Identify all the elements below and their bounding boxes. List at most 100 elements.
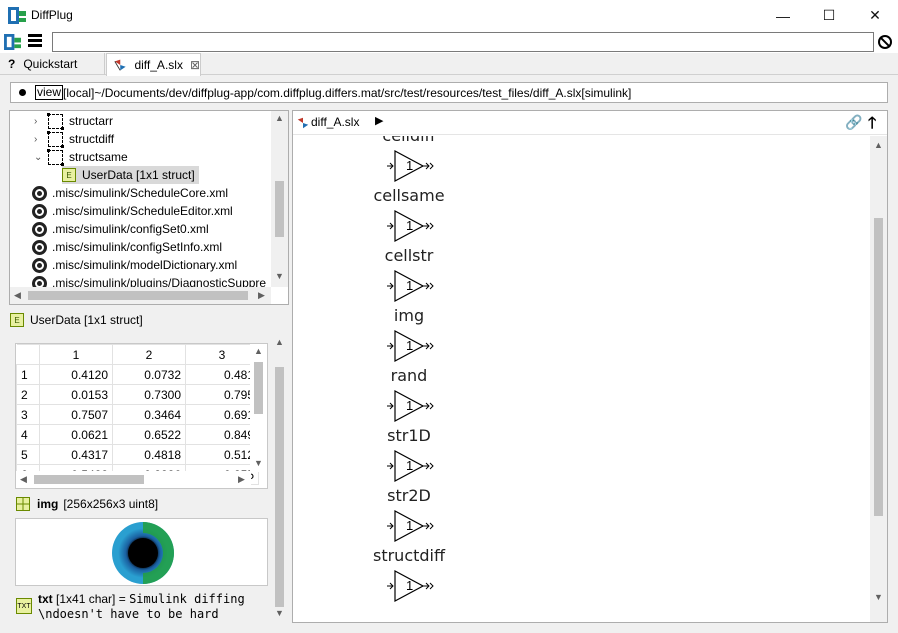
diagram-vertical-scrollbar[interactable]: ▲ ▼ [870,136,887,622]
diffplug-logo-icon[interactable] [4,34,21,50]
scroll-up-icon[interactable]: ▲ [254,346,263,356]
tree-item-scheduleeditor[interactable]: .misc/simulink/ScheduleEditor.xml [32,202,233,220]
chevron-down-icon[interactable]: ⌄ [34,152,44,163]
simulink-file-icon [297,117,309,129]
gear-icon [32,239,47,255]
table-cell[interactable]: 0.691 [185,404,259,425]
struct-field-icon: E [62,168,76,182]
maximize-button[interactable]: ☐ [806,0,852,31]
table-cell[interactable]: 0.512 [185,444,259,465]
tree-item-configsetinfo[interactable]: .misc/simulink/configSetInfo.xml [32,238,222,256]
tree-item-structdiff[interactable]: › structdiff [34,130,114,148]
table-cell[interactable]: 0.4818 [112,444,186,465]
tree-item-label: .misc/simulink/ScheduleCore.xml [52,186,229,200]
hamburger-menu-icon[interactable] [28,34,42,48]
chevron-right-icon[interactable]: › [34,134,44,145]
row-header: 1 [16,364,40,385]
tree-item-label: structarr [69,114,114,128]
left-panel-scrollbar[interactable]: ▲ ▼ [271,333,288,623]
column-header[interactable]: 2 [112,344,186,365]
scroll-up-icon[interactable]: ▲ [275,113,284,123]
tree-item-schedulecore[interactable]: .misc/simulink/ScheduleCore.xml [32,184,228,202]
table-cell[interactable]: 0.0153 [39,384,113,405]
column-header[interactable]: 1 [39,344,113,365]
img-field-name: img [37,497,59,511]
toolbar [0,31,898,53]
table-cell[interactable]: 0.6522 [112,424,186,445]
tree-item-structsame[interactable]: ⌄ structsame [34,148,128,166]
arrow-up-icon[interactable]: 🡑 [868,112,876,139]
table-cell[interactable]: 0.849 [185,424,259,445]
tree-item-label: .misc/simulink/configSetInfo.xml [52,240,223,254]
close-button[interactable]: ✕ [852,0,898,31]
tree-horizontal-scrollbar[interactable]: ◀ ▶ [10,287,271,304]
tree-item-configset0[interactable]: .misc/simulink/configSet0.xml [32,220,209,238]
gear-icon [32,203,47,219]
table-horizontal-scrollbar[interactable]: ◀ ▶ [16,471,251,488]
scroll-up-icon[interactable]: ▲ [874,140,883,150]
scroll-down-icon[interactable]: ▼ [254,458,263,468]
scroll-up-icon[interactable]: ▲ [275,337,284,347]
chevron-right-icon[interactable]: › [34,116,44,127]
table-cell[interactable]: 0.0732 [112,364,186,385]
image-grid-icon [16,497,30,511]
window-title: DiffPlug [31,8,73,22]
table-cell[interactable]: 0.3464 [112,404,186,425]
command-input[interactable] [52,32,874,52]
scroll-down-icon[interactable]: ▼ [275,608,284,618]
tree-item-label: structdiff [69,132,115,146]
userdata-heading: E UserData [1x1 struct] [10,313,143,327]
diagram-canvas: celldiff 1 cellsame 1 cellstr [293,136,870,622]
gain-value: 1 [406,578,414,593]
tab-quickstart[interactable]: ? Quickstart [0,53,105,75]
scroll-right-icon[interactable]: ▶ [238,474,245,485]
table-vertical-scrollbar[interactable]: ▲ ▼ [250,344,267,472]
minimize-button[interactable]: — [760,0,806,31]
simulink-file-icon [114,59,126,71]
block-label: structdiff [372,546,446,565]
scroll-left-icon[interactable]: ◀ [20,474,27,485]
row-header: 2 [16,384,40,405]
table-cell[interactable]: 0.0621 [39,424,113,445]
table-cell[interactable]: 0.4120 [39,364,113,385]
table-cell[interactable]: 0.7507 [39,404,113,425]
table-cell[interactable]: 0.795 [185,384,259,405]
tree-item-modeldictionary[interactable]: .misc/simulink/modelDictionary.xml [32,256,237,274]
corner-cell [16,344,40,365]
view-button[interactable]: view [35,85,64,100]
column-header[interactable]: 3 [185,344,259,365]
table-cell[interactable]: 0.481 [185,364,259,385]
tree-item-userdata[interactable]: E UserData [1x1 struct] [62,166,199,184]
link-icon[interactable]: 🔗 [845,114,862,131]
txt-field-info: [1x41 char] = [56,592,126,606]
scroll-left-icon[interactable]: ◀ [14,290,21,301]
file-tree: › structarr › structdiff ⌄ structsame E … [9,110,289,305]
scroll-down-icon[interactable]: ▼ [874,592,883,602]
scroll-down-icon[interactable]: ▼ [275,271,284,281]
tab-diff-a[interactable]: diff_A.slx ⊠ [106,53,201,76]
gain-value: 1 [406,518,414,533]
block-icon[interactable] [878,35,892,49]
gear-icon [32,257,47,273]
gain-block-icon [387,150,434,182]
gain-value: 1 [406,218,414,233]
tab-close-icon[interactable]: ⊠ [190,58,200,72]
gain-value: 1 [406,398,414,413]
img-field-info: [256x256x3 uint8] [63,497,159,511]
path-text: [local]~/Documents/dev/diffplug-app/com.… [63,85,632,100]
status-dot-icon [19,89,26,96]
tab-bar: ? Quickstart diff_A.slx ⊠ [0,53,898,76]
tree-item-structarr[interactable]: › structarr [34,112,113,130]
gain-block-icon [387,390,434,422]
play-arrow-icon[interactable]: ▶ [375,114,383,127]
tab-label: diff_A.slx [134,58,183,72]
table-cell[interactable]: 0.7300 [112,384,186,405]
scroll-right-icon[interactable]: ▶ [258,290,265,301]
txt-field-name: txt [38,592,53,606]
block-label: rand [390,366,428,385]
tree-vertical-scrollbar[interactable]: ▲ ▼ [271,111,288,287]
diagram-file-label[interactable]: diff_A.slx [311,115,359,129]
table-cell[interactable]: 0.4317 [39,444,113,465]
row-header: 5 [16,444,40,465]
block-label: cellstr [384,246,434,265]
